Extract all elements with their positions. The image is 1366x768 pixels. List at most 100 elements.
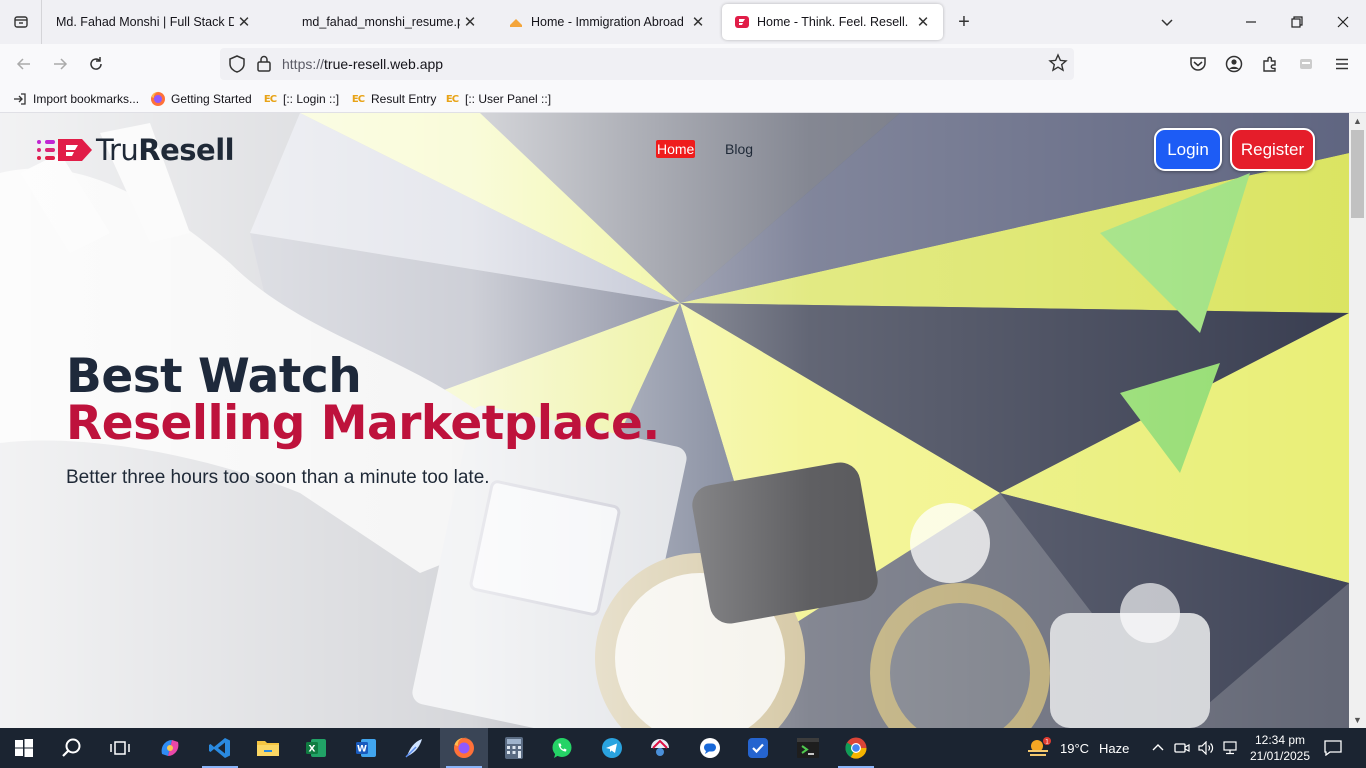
extensions-button[interactable] [1256,50,1284,78]
whatsapp-app[interactable] [538,728,586,768]
truresell-favicon-icon [734,14,750,30]
lock-icon[interactable] [256,54,272,79]
vscode-app[interactable] [196,728,244,768]
nav-home-link[interactable]: Home [656,140,696,158]
nav-blog-link[interactable]: Blog [724,140,754,158]
new-tab-button[interactable]: + [952,10,976,34]
meet-now-button[interactable] [1172,728,1192,768]
terminal-icon [797,738,819,758]
close-window-button[interactable] [1320,0,1366,44]
system-clock[interactable]: 12:34 pm 21/01/2025 [1244,732,1316,764]
list-all-tabs-button[interactable] [1156,12,1178,34]
volume-button[interactable] [1196,728,1216,768]
close-tab-icon[interactable]: ✕ [234,12,254,32]
hero-subtitle: Better three hours too soon than a minut… [66,467,490,488]
close-tab-icon[interactable]: ✕ [913,12,933,32]
word-app[interactable]: W [342,728,390,768]
register-button[interactable]: Register [1230,128,1315,171]
account-icon [1225,55,1243,73]
bookmark-label: Import bookmarks... [33,92,140,106]
web-page: TruResell Home Blog Login Register Best … [0,113,1349,728]
bookmark-star-icon[interactable] [1048,53,1068,78]
tab-title: Md. Fahad Monshi | Full Stack Developer [56,15,234,29]
camera-icon [1174,743,1190,753]
plus-icon: + [958,10,970,33]
truresell-logo[interactable]: TruResell [36,133,235,167]
terminal-app[interactable] [784,728,832,768]
network-tool-icon [651,739,669,756]
firefox-app[interactable] [440,728,488,768]
import-icon [12,91,28,107]
windows-taskbar: X W 1 19°C Haze 12:34 pm 21/01/2025 [0,728,1366,768]
tab-list-button[interactable] [0,0,42,44]
tab-portfolio[interactable]: Md. Fahad Monshi | Full Stack Developer … [44,4,264,40]
tab-truresell[interactable]: Home - Think. Feel. Resell. ✕ [722,4,943,40]
bookmark-import[interactable]: Import bookmarks... [12,90,139,108]
feather-app[interactable] [390,728,438,768]
truresell-logo-icon [37,139,92,161]
chrome-app[interactable] [832,728,880,768]
hamburger-menu-icon [1336,58,1348,70]
chrome-icon [845,737,867,759]
login-button[interactable]: Login [1154,128,1222,171]
chat-app[interactable] [686,728,734,768]
todo-app[interactable] [734,728,782,768]
account-button[interactable] [1220,50,1248,78]
address-bar[interactable]: https://true-resell.web.app [220,48,1074,80]
reload-icon [90,57,102,70]
bookmark-login[interactable]: EC [:: Login ::] [262,90,339,108]
logo-text-part1: Tru [96,133,139,167]
task-view-icon [110,741,130,755]
clock-date: 21/01/2025 [1249,749,1311,763]
back-button[interactable] [10,50,38,78]
navigation-toolbar: https://true-resell.web.app [0,44,1366,84]
telegram-icon [602,738,622,758]
bookmark-user-panel[interactable]: EC [:: User Panel ::] [444,90,551,108]
vscode-icon [209,738,230,758]
task-view-button[interactable] [96,728,144,768]
pocket-icon [1190,57,1206,71]
extension-button[interactable] [1292,50,1320,78]
search-button[interactable] [48,728,96,768]
show-hidden-icons-button[interactable] [1148,728,1168,768]
close-icon [1337,16,1349,28]
file-explorer-app[interactable] [244,728,292,768]
tracking-protection-icon[interactable] [228,54,246,79]
weather-widget[interactable]: 1 19°C Haze [1026,728,1129,768]
tab-immigration[interactable]: Home - Immigration Abroad ✕ [496,4,718,40]
tab-resume[interactable]: md_fahad_monshi_resume.pdf ✕ [290,4,490,40]
reload-button[interactable] [82,50,110,78]
forward-button[interactable] [46,50,74,78]
network-button[interactable] [1220,728,1240,768]
pocket-button[interactable] [1184,50,1212,78]
network-app[interactable] [636,728,684,768]
restore-button[interactable] [1274,0,1320,44]
close-tab-icon[interactable]: ✕ [460,12,480,32]
menu-button[interactable] [1328,50,1356,78]
bookmark-getting-started[interactable]: Getting Started [150,90,252,108]
chevron-down-icon [1161,19,1173,27]
feather-icon [405,739,422,758]
network-icon [1223,741,1237,755]
notification-icon [1324,740,1342,756]
firefox-icon [454,737,474,758]
excel-app[interactable]: X [292,728,340,768]
search-icon [62,738,81,757]
scroll-up-arrow-icon[interactable]: ▲ [1349,113,1366,129]
telegram-app[interactable] [588,728,636,768]
minimize-button[interactable] [1228,0,1274,44]
calculator-app[interactable] [490,728,538,768]
scroll-down-arrow-icon[interactable]: ▼ [1349,712,1366,728]
url-host: true-resell.web.app [324,56,444,72]
close-tab-icon[interactable]: ✕ [688,12,708,32]
restore-icon [1291,16,1303,28]
excel-icon: X [306,739,326,757]
scrollbar-thumb[interactable] [1351,130,1364,218]
notification-center-button[interactable] [1320,728,1346,768]
checkmark-icon [748,738,768,758]
page-scrollbar[interactable]: ▲ ▼ [1349,113,1366,728]
bookmark-result-entry[interactable]: EC Result Entry [350,90,436,108]
copilot-app[interactable] [146,728,194,768]
start-button[interactable] [0,728,48,768]
minimize-icon [1246,21,1256,23]
